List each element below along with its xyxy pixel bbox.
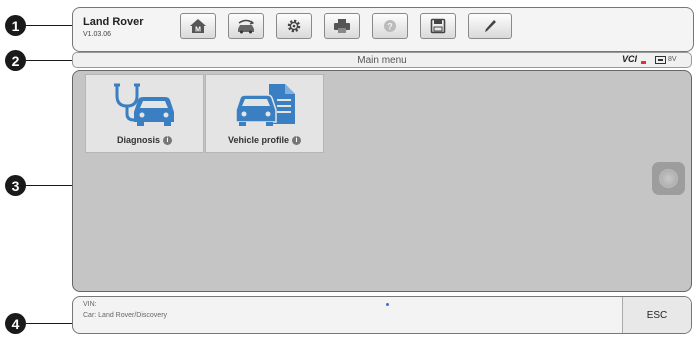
vehicle-profile-label: Vehicle profile i [206, 135, 323, 145]
settings-icon [287, 19, 301, 33]
bottom-bar: VIN: Car: Land Rover/Discovery ESC [72, 296, 692, 334]
app-title: Land Rover [83, 16, 144, 28]
page-indicator [386, 303, 389, 306]
vehicle-info: Car: Land Rover/Discovery [83, 312, 168, 319]
svg-text:?: ? [387, 22, 393, 32]
page-title: Main menu [357, 55, 407, 66]
callout-2: 2 [5, 50, 26, 71]
main-section: Diagnosis i Vehicle profile i [72, 70, 692, 292]
vehicle-swap-icon [238, 19, 255, 34]
status-bar: Main menu VCI 8V [72, 52, 692, 68]
callout-1: 1 [5, 15, 26, 36]
help-button[interactable]: ? [372, 13, 408, 39]
home-button[interactable]: M [180, 13, 216, 39]
save-icon [430, 18, 446, 34]
floating-navigation-button[interactable] [652, 162, 685, 195]
svg-text:M: M [195, 27, 201, 34]
vci-indicator-icon [641, 61, 646, 64]
vehicle-profile-tile[interactable]: Vehicle profile i [205, 74, 324, 153]
vci-status: VCI [622, 54, 638, 64]
callout-2-leader [26, 60, 72, 61]
battery-icon [655, 56, 666, 64]
save-button[interactable] [420, 13, 456, 39]
info-icon[interactable]: i [292, 136, 302, 145]
diagnosis-tile[interactable]: Diagnosis i [85, 74, 204, 153]
vin-label: VIN: [83, 301, 97, 308]
stethoscope-car-icon [114, 83, 174, 126]
car-document-icon [235, 84, 295, 126]
callout-3-leader [26, 185, 72, 186]
print-button[interactable] [324, 13, 360, 39]
toolbar-buttons: M ? [180, 13, 512, 39]
callout-4: 4 [5, 313, 26, 334]
settings-button[interactable] [276, 13, 312, 39]
vehicle-swap-button[interactable] [228, 13, 264, 39]
top-toolbar: Land Rover V1.03.06 M ? [72, 7, 694, 52]
callout-3: 3 [5, 175, 26, 196]
esc-button[interactable]: ESC [622, 297, 691, 333]
diagnosis-label: Diagnosis i [86, 135, 203, 145]
info-icon[interactable]: i [163, 136, 172, 145]
print-icon [334, 19, 350, 33]
help-icon: ? [384, 20, 396, 32]
battery-voltage: 8V [668, 56, 677, 63]
callout-4-leader [26, 323, 72, 324]
app-version: V1.03.06 [83, 31, 112, 38]
home-icon: M [190, 19, 206, 34]
data-logging-button[interactable] [468, 13, 512, 39]
data-logging-icon [485, 20, 496, 32]
callout-1-leader [26, 25, 72, 26]
